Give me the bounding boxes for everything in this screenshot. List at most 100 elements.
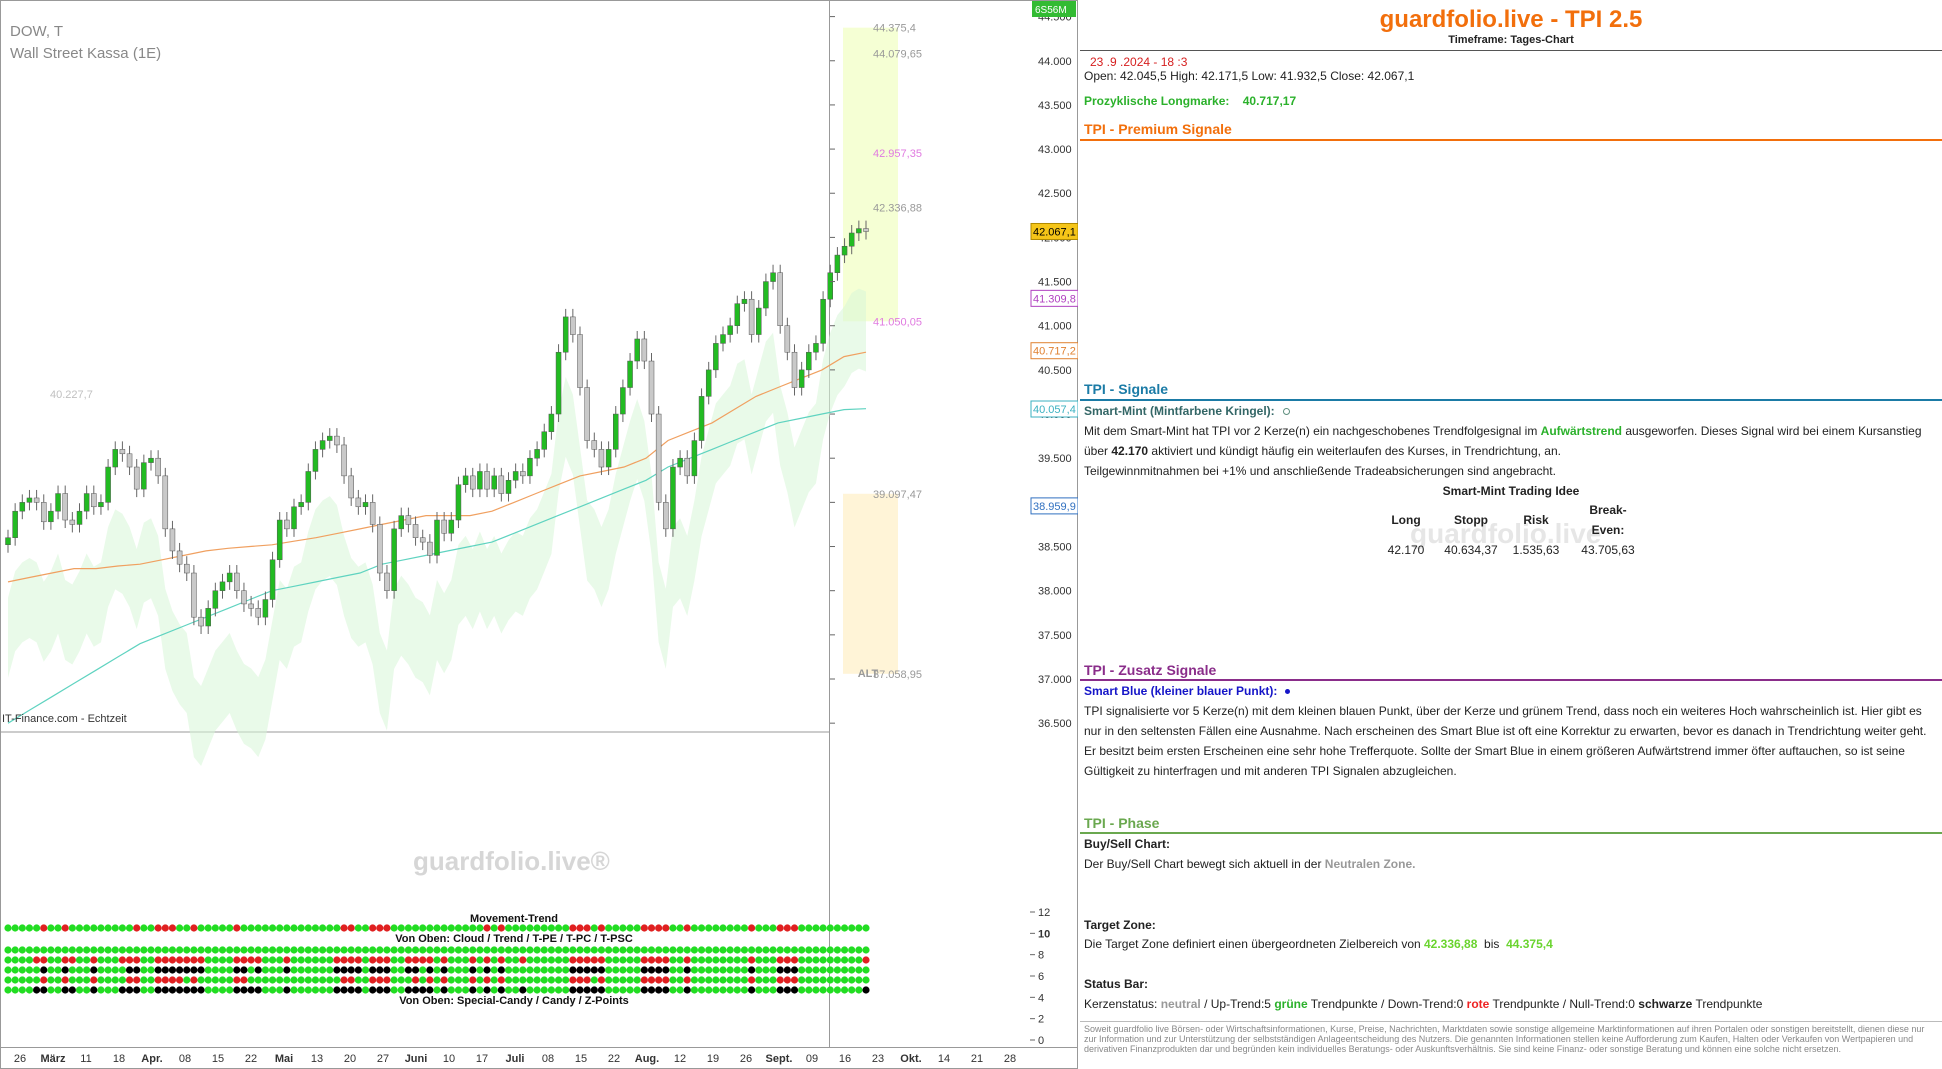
status-black: schwarze <box>1638 997 1693 1011</box>
price-label: 40.057,4 <box>1033 404 1076 416</box>
price-label: 42.067,1 <box>1033 226 1076 238</box>
candle-body <box>176 550 183 565</box>
trend-dot <box>676 986 684 994</box>
trend-dot <box>297 966 305 974</box>
candle-body <box>670 466 676 530</box>
trend-dot <box>848 976 856 984</box>
trend-dot <box>705 956 713 964</box>
top-rows-title: Von Oben: Cloud / Trend / T-PE / T-PC / … <box>395 933 633 945</box>
trend-dot <box>283 966 291 974</box>
trend-dot <box>147 924 155 932</box>
candle-body <box>405 515 412 525</box>
trend-dot <box>755 986 763 994</box>
x-tick-label: 12 <box>674 1053 686 1065</box>
tpi-info-panel: guardfolio.live - TPI 2.5 Timeframe: Tag… <box>1080 0 1942 1069</box>
trend-dot <box>619 976 627 984</box>
smart-blue-row: Smart Blue (kleiner blauer Punkt): <box>1084 681 1291 701</box>
trend-dot <box>647 976 656 984</box>
trend-dot <box>283 946 291 954</box>
candle-body <box>155 457 161 477</box>
trend-dot <box>605 976 613 984</box>
candle-body <box>98 502 104 508</box>
zone-level-label: 44.079,65 <box>873 49 922 61</box>
trend-dot <box>54 946 62 954</box>
y-tick-label: 37.500 <box>1038 630 1072 642</box>
smart-mint-tip: Teilgewinnmitnahmen bei +1% und anschlie… <box>1084 464 1556 478</box>
trend-dot <box>862 986 870 994</box>
candle-body <box>777 272 783 326</box>
trend-dot <box>190 966 198 974</box>
trend-dot <box>18 924 26 932</box>
trend-dot <box>683 976 691 984</box>
status-neutral: neutral <box>1160 997 1201 1011</box>
trend-dot <box>218 924 227 932</box>
target-head: Target Zone: <box>1084 918 1156 932</box>
y-tick-label: 43.000 <box>1038 144 1072 156</box>
trend-dot <box>533 986 541 994</box>
trend-dot <box>433 966 441 974</box>
trend-dot <box>783 924 791 932</box>
trend-dot <box>469 946 477 954</box>
trend-dot <box>790 976 799 984</box>
trend-dot <box>612 976 620 984</box>
trend-dot <box>669 946 677 954</box>
trend-dot <box>176 946 184 954</box>
trend-dot <box>140 956 148 964</box>
trend-dot <box>862 946 870 954</box>
trend-dot <box>612 946 620 954</box>
x-tick-label: 14 <box>938 1053 950 1065</box>
x-tick-label: 17 <box>476 1053 488 1065</box>
trend-dot <box>454 986 463 994</box>
trend-dot <box>133 976 141 984</box>
trend-dot <box>47 976 55 984</box>
trend-dot <box>47 946 55 954</box>
price-label: 41.309,8 <box>1033 293 1076 305</box>
trend-dot <box>755 976 763 984</box>
trend-dot <box>68 976 76 984</box>
x-tick-label: 16 <box>839 1053 851 1065</box>
trend-dot <box>490 956 498 964</box>
idea-header-stopp: Stopp <box>1454 513 1488 527</box>
trend-dot <box>433 946 441 954</box>
candle-body <box>784 325 791 353</box>
trend-dot <box>626 956 634 964</box>
trend-dot <box>497 986 505 994</box>
trend-dot <box>533 956 541 964</box>
trend-dot <box>204 946 212 954</box>
price-chart-panel[interactable]: ALT44.50044.00043.50043.00042.50042.0004… <box>0 0 1078 1069</box>
trend-dot <box>748 956 756 964</box>
trend-dot <box>347 986 355 994</box>
trend-dot <box>397 976 405 984</box>
indicator-y-label: 12 <box>1038 907 1050 919</box>
trend-dot <box>104 986 112 994</box>
trend-dot <box>183 976 191 984</box>
trend-dot <box>855 976 863 984</box>
trend-dot <box>204 986 212 994</box>
trend-dot <box>190 946 198 954</box>
trend-dot <box>18 946 26 954</box>
trend-dot <box>404 956 412 964</box>
trend-dot <box>483 946 491 954</box>
trend-dot <box>519 976 527 984</box>
trend-dot <box>118 924 126 932</box>
candle-body <box>269 559 276 600</box>
trend-dot <box>655 946 663 954</box>
x-tick-label: Okt. <box>900 1053 921 1065</box>
trend-dot <box>411 976 420 984</box>
smart-mint-text-a: Mit dem Smart-Mint hat TPI vor 2 Kerze(n… <box>1084 424 1541 438</box>
candle-body <box>126 453 133 468</box>
candle-body <box>312 449 319 472</box>
trend-dot <box>433 924 441 932</box>
trend-dot <box>233 976 241 984</box>
price-chart[interactable]: ALT44.50044.00043.50043.00042.50042.0004… <box>0 0 1078 1069</box>
trend-dot <box>798 956 806 964</box>
trend-dot <box>705 976 713 984</box>
target-row: Die Target Zone definiert einen übergeor… <box>1084 934 1553 954</box>
trend-dot <box>268 946 277 954</box>
candle-body <box>505 480 512 494</box>
candle-body <box>355 497 362 508</box>
trend-dot <box>633 966 641 974</box>
trend-dot <box>790 924 799 932</box>
timer-badge: 6S56M <box>1035 5 1067 16</box>
trend-dot <box>397 966 405 974</box>
